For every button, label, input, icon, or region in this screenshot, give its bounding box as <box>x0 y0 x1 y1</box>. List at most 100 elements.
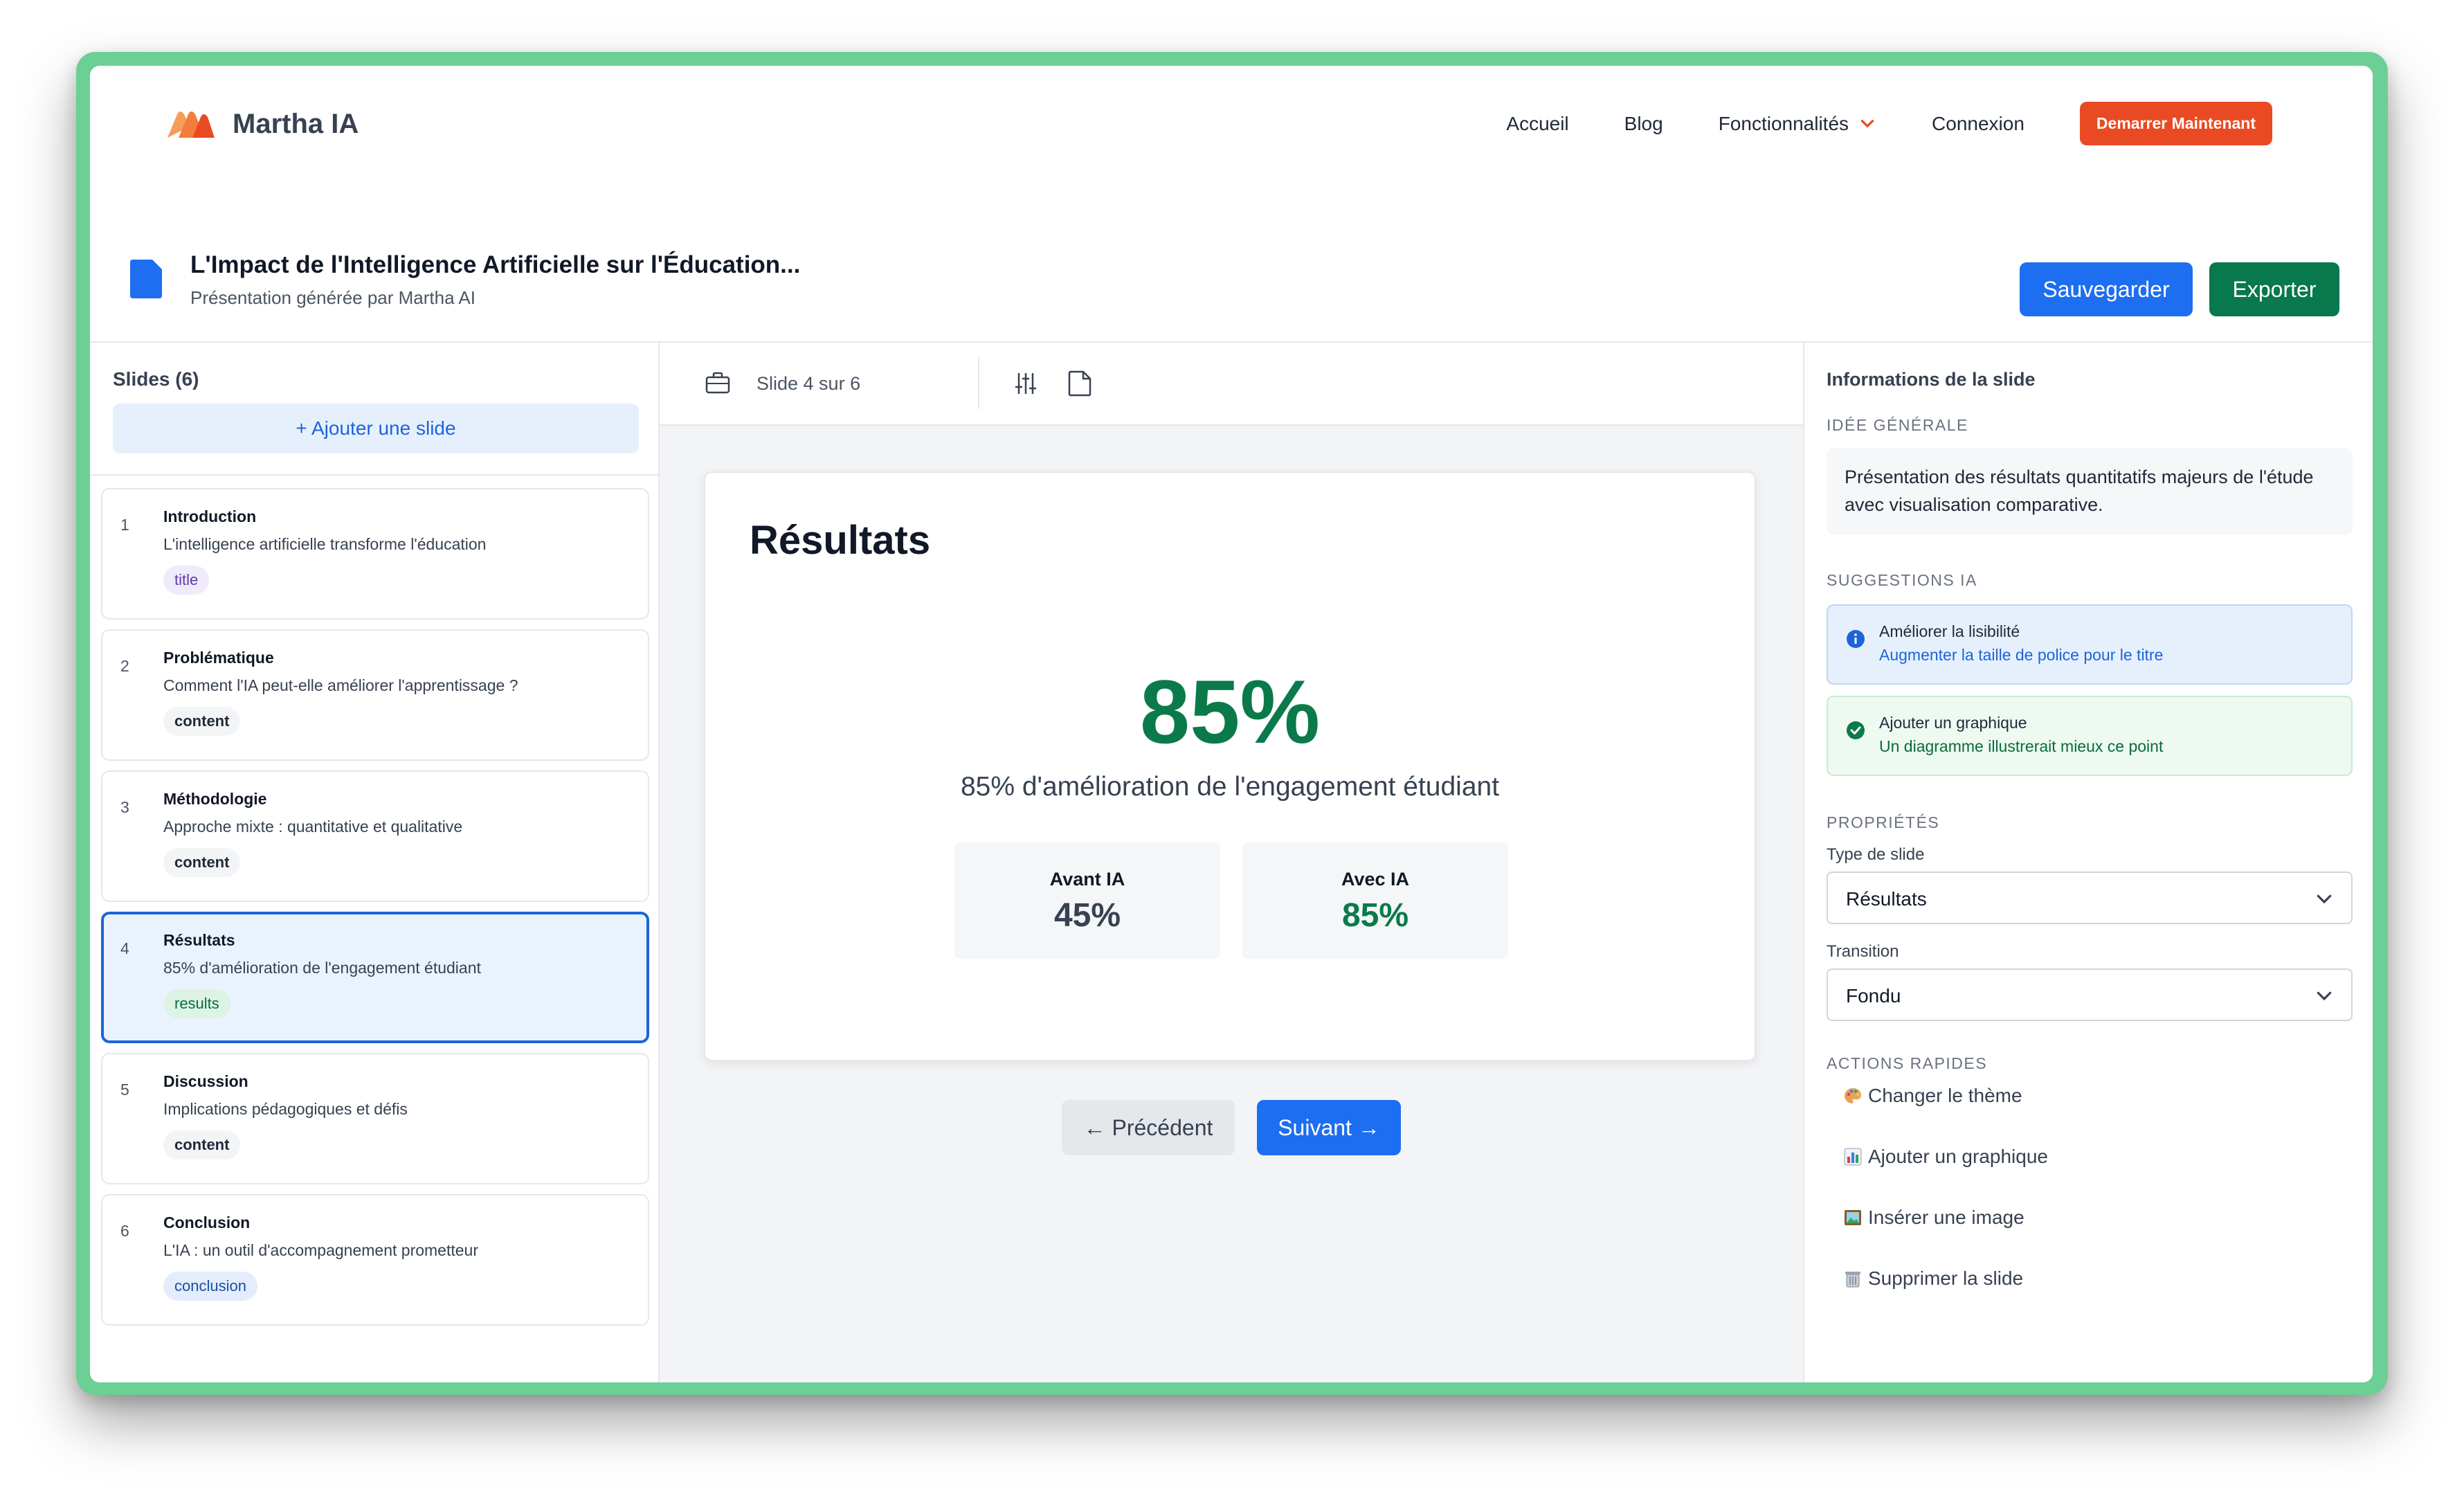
suggestion-chart[interactable]: Ajouter un graphique Un diagramme illust… <box>1827 696 2353 776</box>
slide-card-4-active[interactable]: 4 Résultats 85% d'amélioration de l'enga… <box>101 912 649 1043</box>
document-header: L'Impact de l'Intelligence Artificielle … <box>90 190 2373 343</box>
quick-actions-section-label: ACTIONS RAPIDES <box>1827 1054 1988 1072</box>
slide-card-6[interactable]: 6 Conclusion L'IA : un outil d'accompagn… <box>101 1194 649 1326</box>
slide-number: 6 <box>120 1222 129 1240</box>
slide-type-badge: content <box>163 1130 241 1159</box>
slide-list: 1 Introduction L'intelligence artificiel… <box>101 488 649 1335</box>
document-icon <box>130 260 162 298</box>
palette-icon <box>1845 1088 1861 1103</box>
slide-navigation: ← Précédent Suivant → <box>660 1100 1803 1155</box>
page-icon[interactable] <box>1068 370 1091 397</box>
window-frame: Martha IA Accueil Blog Fonctionnalités C… <box>76 52 2388 1395</box>
suggestion-title: Améliorer la lisibilité <box>1879 622 2020 640</box>
nav-link-accueil[interactable]: Accueil <box>1506 113 1568 135</box>
export-button[interactable]: Exporter <box>2209 262 2339 316</box>
martha-logo-icon <box>167 111 215 138</box>
slide-name: Conclusion <box>163 1213 251 1231</box>
slide-card-5[interactable]: 5 Discussion Implications pédagogiques e… <box>101 1053 649 1184</box>
slides-count-title: Slides (6) <box>113 368 199 390</box>
start-now-button[interactable]: Demarrer Maintenant <box>2079 102 2272 145</box>
transition-label: Transition <box>1827 942 1899 961</box>
divider <box>90 474 658 476</box>
slide-number: 2 <box>120 657 129 675</box>
picture-icon <box>1845 1210 1861 1225</box>
sliders-icon[interactable] <box>1013 370 1039 397</box>
slide-description: Approche mixte : quantitative et qualita… <box>163 818 463 836</box>
after-ai-box[interactable]: Avec IA 85% <box>1242 842 1508 959</box>
chevron-down-icon <box>2317 991 2332 1001</box>
slide-type-badge: results <box>163 989 230 1018</box>
delete-slide-label: Supprimer la slide <box>1868 1267 2024 1289</box>
suggestion-detail: Augmenter la taille de police pour le ti… <box>1879 646 2164 664</box>
slide-name: Introduction <box>163 507 257 525</box>
slide-info-panel: Informations de la slide IDÉE GÉNÉRALE P… <box>1803 343 2373 1382</box>
properties-section-label: PROPRIÉTÉS <box>1827 813 1940 831</box>
idea-section-label: IDÉE GÉNÉRALE <box>1827 416 1968 434</box>
slide-title[interactable]: Résultats <box>750 517 930 563</box>
after-ai-label: Avec IA <box>1341 869 1410 890</box>
slide-canvas[interactable]: Résultats 85% 85% d'amélioration de l'en… <box>704 471 1756 1061</box>
slide-description: Implications pédagogiques et défis <box>163 1100 408 1118</box>
suggestions-section-label: SUGGESTIONS IA <box>1827 571 1977 589</box>
delete-slide-action[interactable]: Supprimer la slide <box>1843 1267 2023 1290</box>
nav-link-fonctionnalites[interactable]: Fonctionnalités <box>1719 113 1876 135</box>
before-ai-box[interactable]: Avant IA 45% <box>954 842 1220 959</box>
slide-card-1[interactable]: 1 Introduction L'intelligence artificiel… <box>101 488 649 620</box>
slide-type-badge: title <box>163 566 210 595</box>
nav-link-connexion[interactable]: Connexion <box>1932 113 2024 135</box>
slide-type-badge: conclusion <box>163 1272 257 1301</box>
brand-name: Martha IA <box>233 108 359 139</box>
big-statistic[interactable]: 85% <box>705 660 1755 764</box>
document-subtitle: Présentation générée par Martha AI <box>190 287 475 308</box>
statistic-caption[interactable]: 85% d'amélioration de l'engagement étudi… <box>705 772 1755 802</box>
slide-card-2[interactable]: 2 Problématique Comment l'IA peut-elle a… <box>101 629 649 761</box>
briefcase-icon[interactable] <box>705 372 730 394</box>
slide-number: 3 <box>120 798 129 816</box>
slide-number: 4 <box>120 939 129 957</box>
slide-name: Problématique <box>163 649 274 667</box>
slide-description: 85% d'amélioration de l'engagement étudi… <box>163 959 481 977</box>
add-chart-label: Ajouter un graphique <box>1868 1146 2048 1167</box>
slide-counter: Slide 4 sur 6 <box>757 373 861 394</box>
after-ai-value: 85% <box>1341 897 1409 934</box>
nav-links: Accueil Blog Fonctionnalités Connexion D… <box>1506 102 2272 145</box>
nav-link-blog[interactable]: Blog <box>1624 113 1663 135</box>
slide-card-3[interactable]: 3 Méthodologie Approche mixte : quantita… <box>101 770 649 902</box>
editor-toolbar: Slide 4 sur 6 <box>660 343 1803 426</box>
info-icon <box>1847 630 1865 648</box>
save-button[interactable]: Sauvegarder <box>2020 262 2193 316</box>
slide-description: Comment l'IA peut-elle améliorer l'appre… <box>163 676 518 694</box>
before-ai-label: Avant IA <box>1049 869 1125 890</box>
insert-image-label: Insérer une image <box>1868 1207 2024 1228</box>
suggestion-detail: Un diagramme illustrerait mieux ce point <box>1879 737 2164 755</box>
app-window: Martha IA Accueil Blog Fonctionnalités C… <box>90 66 2373 1382</box>
suggestion-readability[interactable]: Améliorer la lisibilité Augmenter la tai… <box>1827 604 2353 685</box>
brand-logo[interactable]: Martha IA <box>166 107 359 141</box>
bar-chart-icon <box>1844 1148 1862 1166</box>
slide-name: Discussion <box>163 1072 248 1090</box>
slides-panel: Slides (6) + Ajouter une slide 1 Introdu… <box>90 343 660 1382</box>
slide-type-badge: content <box>163 848 241 877</box>
nav-link-fonctionnalites-label: Fonctionnalités <box>1718 112 1849 134</box>
toolbar-divider <box>978 357 979 409</box>
next-button[interactable]: Suivant → <box>1257 1100 1401 1155</box>
change-theme-action[interactable]: Changer le thème <box>1843 1085 2022 1107</box>
insert-image-action[interactable]: Insérer une image <box>1843 1207 2024 1229</box>
transition-value: Fondu <box>1846 985 1901 1007</box>
top-nav: Martha IA Accueil Blog Fonctionnalités C… <box>90 66 2373 190</box>
slide-type-select[interactable]: Résultats <box>1827 872 2353 924</box>
chevron-down-icon <box>2317 894 2332 904</box>
slide-number: 1 <box>120 516 129 534</box>
slide-type-label: Type de slide <box>1827 845 1925 864</box>
add-slide-button[interactable]: + Ajouter une slide <box>113 404 639 453</box>
change-theme-label: Changer le thème <box>1868 1085 2022 1106</box>
add-chart-action[interactable]: Ajouter un graphique <box>1843 1146 2048 1168</box>
before-ai-value: 45% <box>1053 897 1121 934</box>
transition-select[interactable]: Fondu <box>1827 968 2353 1021</box>
previous-button[interactable]: ← Précédent <box>1062 1100 1235 1155</box>
slide-type-badge: content <box>163 707 241 736</box>
slide-name: Méthodologie <box>163 790 267 808</box>
trash-icon <box>1845 1272 1860 1288</box>
document-title: L'Impact de l'Intelligence Artificielle … <box>190 251 801 278</box>
idea-text: Présentation des résultats quantitatifs … <box>1827 448 2353 535</box>
